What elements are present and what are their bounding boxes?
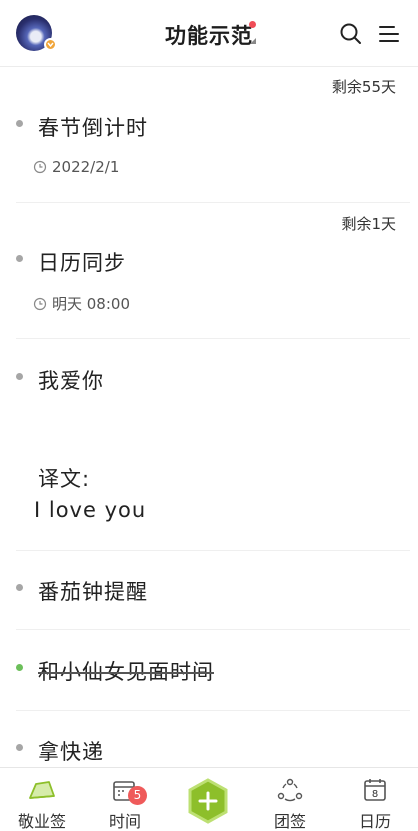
list-item[interactable]: 剩余1天 日历同步 明天 08:00 [0,203,418,338]
calendar-day-number: 8 [372,789,378,800]
add-button[interactable] [186,778,230,824]
clock-icon [33,160,47,174]
time-calendar-icon [90,776,160,802]
remaining-days: 剩余1天 [341,215,396,233]
bullet-dot [16,584,23,591]
tab-notes[interactable]: 敬业签 [7,776,77,831]
item-title: 我爱你 [38,369,104,393]
completed-dot [16,664,23,671]
tab-calendar[interactable]: 8 日历 [340,776,410,831]
list-item[interactable]: 剩余55天 春节倒计时 2022/2/1 [0,68,418,202]
list-item[interactable]: 拿快递 [0,711,418,767]
menu-icon[interactable] [378,22,402,46]
date-text: 2022/2/1 [52,158,120,176]
tab-label: 时间 [108,812,141,831]
notes-icon [7,776,77,802]
tab-label: 日历 [358,812,391,831]
unread-dot [249,21,256,28]
notification-badge: 5 [128,786,147,805]
dropdown-caret-icon[interactable] [250,38,256,44]
item-title: 和小仙女见面时间 [38,660,214,684]
translation-text: I love you [34,498,147,522]
item-title: 春节倒计时 [38,116,148,140]
list-item[interactable]: 我爱你 译文: I love you [0,339,418,550]
tab-label: 团签 [273,812,306,831]
item-title: 拿快递 [38,740,104,764]
clock-icon [33,297,47,311]
top-bar: 功能示范 [0,0,418,67]
translation-label: 译文: [38,467,91,491]
team-icon [255,776,325,802]
bullet-dot [16,255,23,262]
tab-label: 敬业签 [17,812,66,831]
item-title: 番茄钟提醒 [38,580,148,604]
item-date: 2022/2/1 [33,158,119,176]
remaining-days: 剩余55天 [331,78,396,96]
bullet-dot [16,744,23,751]
list-item[interactable]: 和小仙女见面时间 [0,630,418,710]
tab-time[interactable]: 5 时间 [90,776,160,831]
search-icon[interactable] [339,22,363,46]
item-date: 明天 08:00 [33,293,130,314]
bullet-dot [16,120,23,127]
item-title: 日历同步 [38,251,126,275]
date-text: 明天 08:00 [52,295,130,313]
tab-team[interactable]: 团签 [255,776,325,831]
calendar-icon: 8 [340,776,410,802]
list-item[interactable]: 番茄钟提醒 [0,551,418,629]
bullet-dot [16,373,23,380]
bottom-nav: 敬业签 5 时间 团签 8 日历 [0,767,418,831]
